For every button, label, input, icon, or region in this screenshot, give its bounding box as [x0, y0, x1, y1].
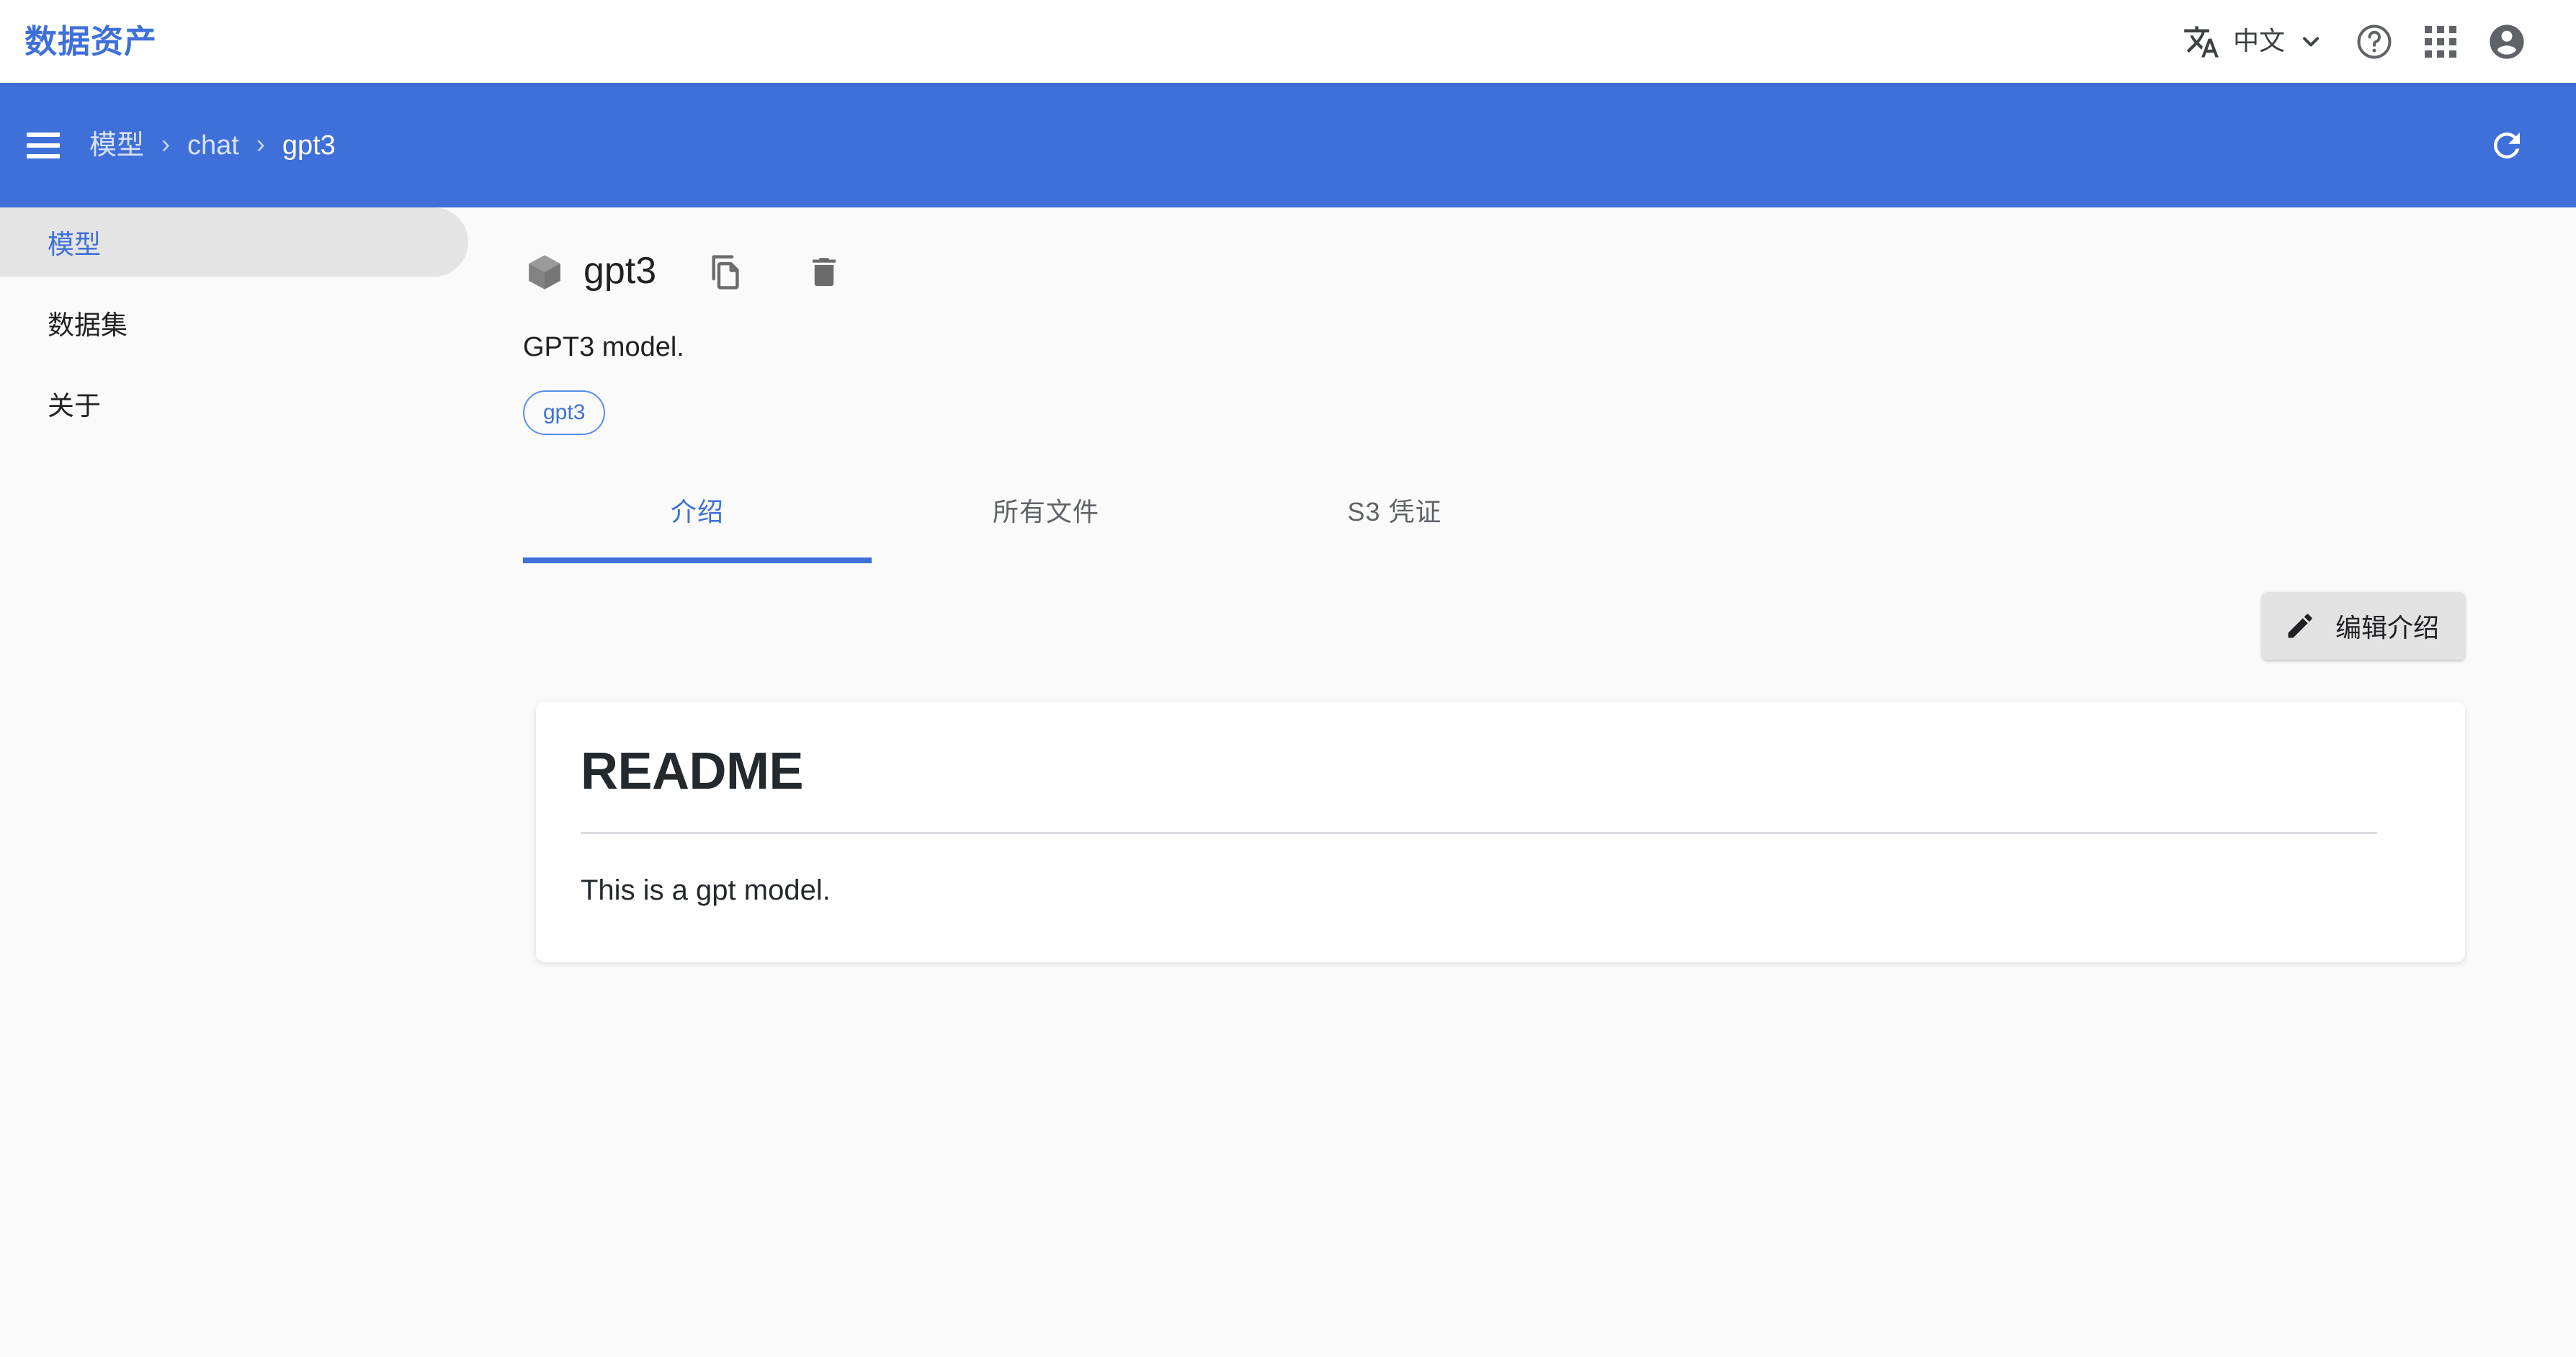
- sidebar-item-label: 数据集: [48, 310, 128, 340]
- main-content: gpt3 GPT3 model. gpt3 介绍 所有文件 S3 凭证 编辑介绍…: [468, 207, 2576, 1357]
- help-icon[interactable]: [2341, 9, 2407, 75]
- readme-card: README This is a gpt model.: [536, 701, 2465, 962]
- sidebar-item-about[interactable]: 关于: [0, 369, 468, 438]
- language-label: 中文: [2232, 25, 2285, 55]
- tab-introduction[interactable]: 介绍: [523, 470, 872, 563]
- trash-icon[interactable]: [797, 246, 851, 299]
- edit-introduction-label: 编辑介绍: [2335, 612, 2439, 642]
- account-avatar-icon[interactable]: [2474, 9, 2540, 75]
- breadcrumb: 模型 › chat › gpt3: [88, 127, 337, 164]
- sidebar: 模型 数据集 关于: [0, 207, 468, 1357]
- model-header: gpt3: [523, 243, 2511, 301]
- tab-label: 介绍: [670, 496, 724, 527]
- readme-title: README: [581, 742, 804, 800]
- edit-button-row: 编辑介绍: [523, 591, 2511, 660]
- app-title: 数据资产: [24, 23, 158, 60]
- apps-grid-icon[interactable]: [2407, 9, 2474, 75]
- sidebar-item-datasets[interactable]: 数据集: [0, 288, 468, 357]
- breadcrumb-item-gpt3[interactable]: gpt3: [281, 127, 337, 164]
- language-selector[interactable]: 中文: [2165, 22, 2341, 62]
- breadcrumb-separator-icon: ›: [256, 129, 265, 158]
- readme-body-text: This is a gpt model.: [581, 874, 831, 906]
- model-description: GPT3 model.: [523, 332, 684, 362]
- tag-chip[interactable]: gpt3: [523, 390, 606, 435]
- chevron-down-icon: [2297, 27, 2325, 56]
- sidebar-item-models[interactable]: 模型: [0, 207, 468, 277]
- sidebar-item-label: 关于: [48, 391, 101, 421]
- cube-icon: [523, 251, 566, 294]
- breadcrumb-separator-icon: ›: [161, 129, 171, 158]
- tab-label: 所有文件: [992, 496, 1099, 527]
- model-tags: gpt3: [523, 390, 2511, 435]
- translate-icon: [2181, 22, 2222, 62]
- edit-introduction-button[interactable]: 编辑介绍: [2261, 591, 2465, 660]
- page-body: 模型 数据集 关于 gpt3 GPT3 model. gpt3 介绍 所有文件 …: [0, 207, 2576, 1357]
- breadcrumb-left-group: 模型 › chat › gpt3: [0, 109, 337, 182]
- sidebar-item-label: 模型: [48, 230, 101, 259]
- content-tabs: 介绍 所有文件 S3 凭证: [523, 470, 2511, 563]
- breadcrumb-bar: 模型 › chat › gpt3: [0, 83, 2576, 207]
- top-bar-actions: 中文: [2165, 9, 2540, 75]
- copy-icon[interactable]: [699, 246, 753, 299]
- hamburger-menu-icon[interactable]: [7, 109, 79, 182]
- refresh-icon[interactable]: [2471, 109, 2543, 182]
- model-name: gpt3: [583, 250, 657, 292]
- top-app-bar: 数据资产 中文: [0, 0, 2576, 83]
- breadcrumb-item-models[interactable]: 模型: [88, 127, 146, 164]
- tab-all-files[interactable]: 所有文件: [872, 470, 1220, 550]
- readme-divider: [581, 831, 2377, 834]
- tab-label: S3 凭证: [1347, 496, 1442, 527]
- tab-s3-credentials[interactable]: S3 凭证: [1220, 470, 1569, 550]
- breadcrumb-item-chat[interactable]: chat: [186, 127, 241, 164]
- pencil-icon: [2284, 609, 2317, 642]
